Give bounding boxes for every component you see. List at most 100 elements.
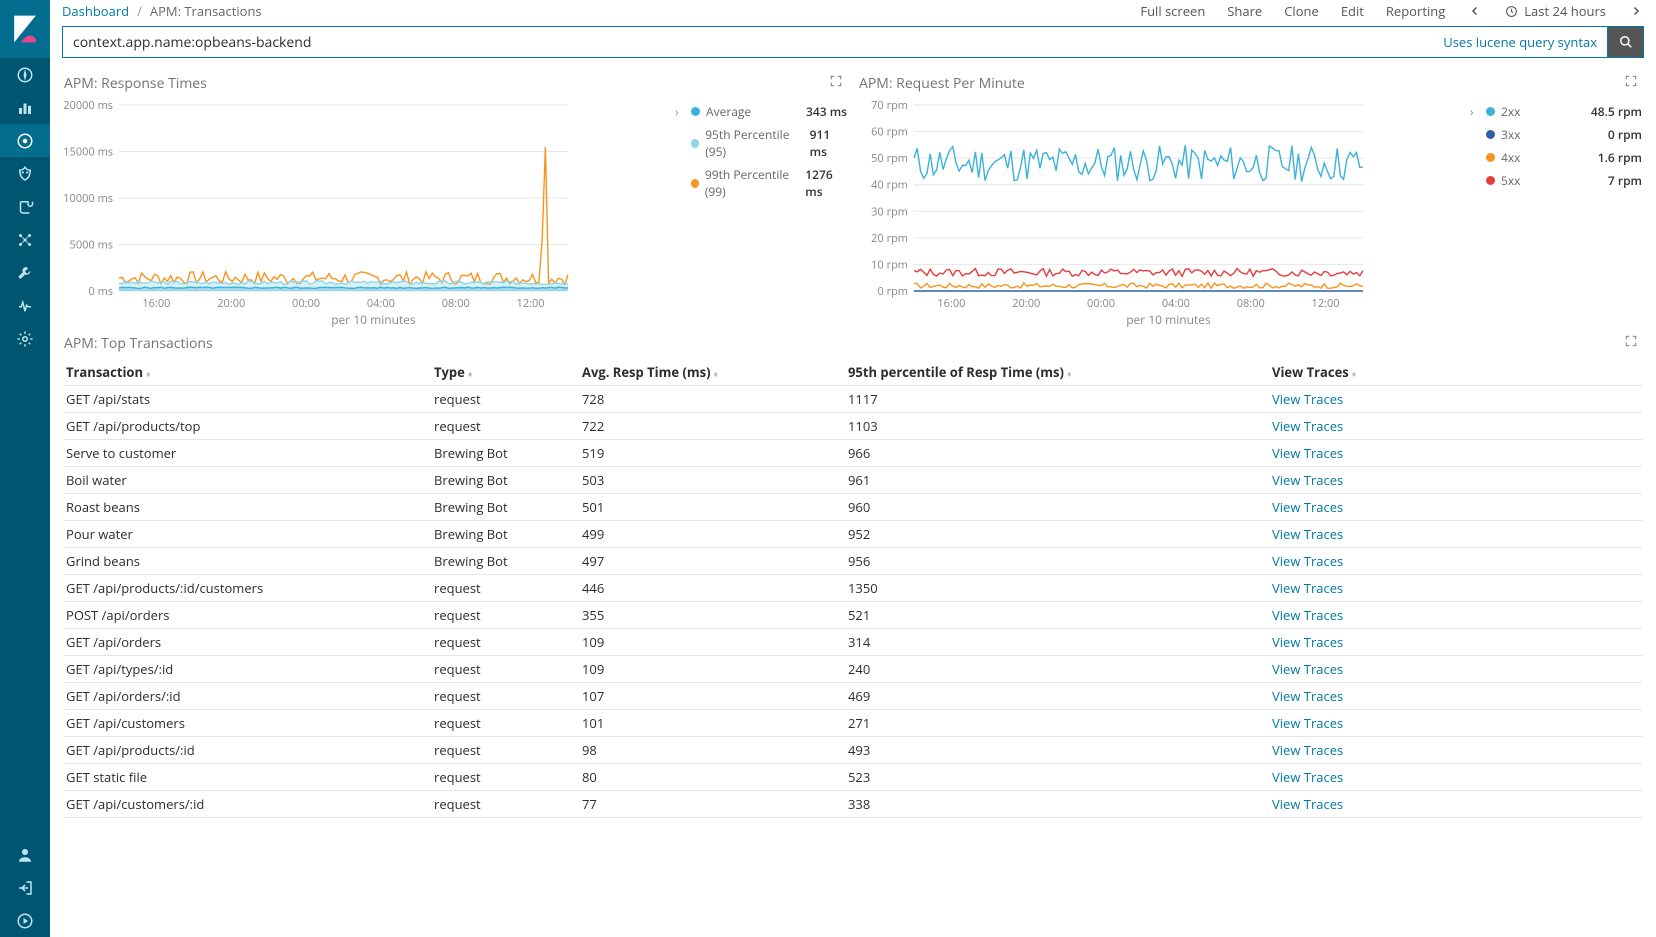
view-traces-link[interactable]: View Traces — [1272, 498, 1343, 516]
time-prev-icon[interactable] — [1467, 3, 1483, 19]
view-traces-link[interactable]: View Traces — [1272, 579, 1343, 597]
view-traces-link[interactable]: View Traces — [1272, 768, 1343, 786]
view-traces-link[interactable]: View Traces — [1272, 795, 1343, 813]
search-box: Uses lucene query syntax — [62, 26, 1608, 58]
table-row: GET static filerequest80523View Traces — [64, 764, 1642, 791]
legend-dot — [1486, 130, 1495, 139]
col-traces[interactable]: View Traces♦ — [1272, 363, 1642, 381]
legend-toggle-icon[interactable]: › — [675, 103, 679, 120]
nav-discover-icon[interactable] — [0, 58, 50, 91]
cell-avg: 107 — [582, 687, 848, 705]
cell-transaction: GET /api/stats — [64, 390, 434, 408]
cell-transaction: Roast beans — [64, 498, 434, 516]
legend-label: 5xx — [1501, 172, 1520, 189]
cell-transaction: GET /api/orders/:id — [64, 687, 434, 705]
time-next-icon[interactable] — [1628, 3, 1644, 19]
view-traces-link[interactable]: View Traces — [1272, 552, 1343, 570]
view-traces-link[interactable]: View Traces — [1272, 525, 1343, 543]
cell-p95: 952 — [848, 525, 1272, 543]
search-input[interactable] — [63, 33, 1433, 52]
breadcrumb-root[interactable]: Dashboard — [62, 2, 129, 20]
legend-toggle-icon[interactable]: › — [1470, 103, 1474, 120]
action-fullscreen[interactable]: Full screen — [1140, 2, 1205, 20]
cell-type: Brewing Bot — [434, 552, 582, 570]
legend: › 2xx48.5 rpm3xx0 rpm4xx1.6 rpm5xx7 rpm — [1486, 99, 1642, 328]
cell-transaction: GET /api/products/top — [64, 417, 434, 435]
action-clone[interactable]: Clone — [1284, 2, 1319, 20]
nav-dashboard-icon[interactable] — [0, 124, 50, 157]
table-row: GET /api/products/:idrequest98493View Tr… — [64, 737, 1642, 764]
cell-type: request — [434, 390, 582, 408]
table-row: GET /api/products/:id/customersrequest44… — [64, 575, 1642, 602]
view-traces-link[interactable]: View Traces — [1272, 471, 1343, 489]
cell-p95: 1350 — [848, 579, 1272, 597]
kibana-logo[interactable] — [0, 0, 50, 58]
legend-dot — [1486, 176, 1495, 185]
svg-text:20:00: 20:00 — [1012, 296, 1040, 309]
svg-text:04:00: 04:00 — [367, 296, 395, 309]
legend-item[interactable]: 5xx7 rpm — [1486, 172, 1642, 189]
view-traces-link[interactable]: View Traces — [1272, 606, 1343, 624]
cell-p95: 1103 — [848, 417, 1272, 435]
nav-user-icon[interactable] — [0, 838, 50, 871]
legend-item[interactable]: 2xx48.5 rpm — [1486, 103, 1642, 120]
legend-value: 343 ms — [806, 103, 847, 120]
side-nav — [0, 0, 50, 937]
nav-management-icon[interactable] — [0, 322, 50, 355]
legend-label: 3xx — [1501, 126, 1520, 143]
cell-p95: 469 — [848, 687, 1272, 705]
expand-icon[interactable] — [1624, 74, 1638, 88]
nav-logout-icon[interactable] — [0, 871, 50, 904]
cell-avg: 98 — [582, 741, 848, 759]
legend-item[interactable]: 3xx0 rpm — [1486, 126, 1642, 143]
time-picker[interactable]: Last 24 hours — [1505, 2, 1606, 20]
nav-collapse-icon[interactable] — [0, 904, 50, 937]
search-button[interactable] — [1608, 26, 1644, 58]
expand-icon[interactable] — [829, 74, 843, 88]
svg-text:60 rpm: 60 rpm — [871, 125, 908, 140]
action-share[interactable]: Share — [1227, 2, 1262, 20]
svg-text:08:00: 08:00 — [1237, 296, 1265, 309]
legend-item[interactable]: 4xx1.6 rpm — [1486, 149, 1642, 166]
view-traces-link[interactable]: View Traces — [1272, 417, 1343, 435]
view-traces-link[interactable]: View Traces — [1272, 714, 1343, 732]
table-row: GET /api/customers/:idrequest77338View T… — [64, 791, 1642, 818]
col-transaction[interactable]: Transaction♦ — [64, 363, 434, 381]
svg-text:16:00: 16:00 — [937, 296, 965, 309]
table-header: Transaction♦ Type♦ Avg. Resp Time (ms)♦ … — [64, 359, 1642, 386]
svg-text:40 rpm: 40 rpm — [871, 178, 908, 193]
response-times-chart[interactable]: 0 ms5000 ms10000 ms15000 ms20000 ms16:00… — [64, 99, 574, 309]
nav-logs-icon[interactable] — [0, 190, 50, 223]
action-edit[interactable]: Edit — [1341, 2, 1364, 20]
legend-item[interactable]: 95th Percentile (95)911 ms — [691, 126, 847, 160]
lucene-hint[interactable]: Uses lucene query syntax — [1433, 33, 1607, 51]
view-traces-link[interactable]: View Traces — [1272, 687, 1343, 705]
expand-icon[interactable] — [1624, 334, 1638, 348]
nav-monitoring-icon[interactable] — [0, 289, 50, 322]
legend-item[interactable]: Average343 ms — [691, 103, 847, 120]
view-traces-link[interactable]: View Traces — [1272, 633, 1343, 651]
time-label: Last 24 hours — [1524, 2, 1606, 20]
nav-visualize-icon[interactable] — [0, 91, 50, 124]
view-traces-link[interactable]: View Traces — [1272, 741, 1343, 759]
cell-type: request — [434, 741, 582, 759]
cell-avg: 499 — [582, 525, 848, 543]
nav-graph-icon[interactable] — [0, 223, 50, 256]
cell-transaction: GET /api/products/:id/customers — [64, 579, 434, 597]
view-traces-link[interactable]: View Traces — [1272, 660, 1343, 678]
nav-security-icon[interactable] — [0, 157, 50, 190]
col-type[interactable]: Type♦ — [434, 363, 582, 381]
cell-type: request — [434, 687, 582, 705]
action-reporting[interactable]: Reporting — [1386, 2, 1445, 20]
svg-text:00:00: 00:00 — [1087, 296, 1115, 309]
svg-text:10 rpm: 10 rpm — [871, 257, 908, 272]
col-avg[interactable]: Avg. Resp Time (ms)♦ — [582, 363, 848, 381]
cell-avg: 728 — [582, 390, 848, 408]
view-traces-link[interactable]: View Traces — [1272, 444, 1343, 462]
col-p95[interactable]: 95th percentile of Resp Time (ms)♦ — [848, 363, 1272, 381]
rpm-chart[interactable]: 0 rpm10 rpm20 rpm30 rpm40 rpm50 rpm60 rp… — [859, 99, 1369, 309]
svg-text:12:00: 12:00 — [517, 296, 545, 309]
legend-item[interactable]: 99th Percentile (99)1276 ms — [691, 166, 847, 200]
view-traces-link[interactable]: View Traces — [1272, 390, 1343, 408]
nav-devtools-icon[interactable] — [0, 256, 50, 289]
